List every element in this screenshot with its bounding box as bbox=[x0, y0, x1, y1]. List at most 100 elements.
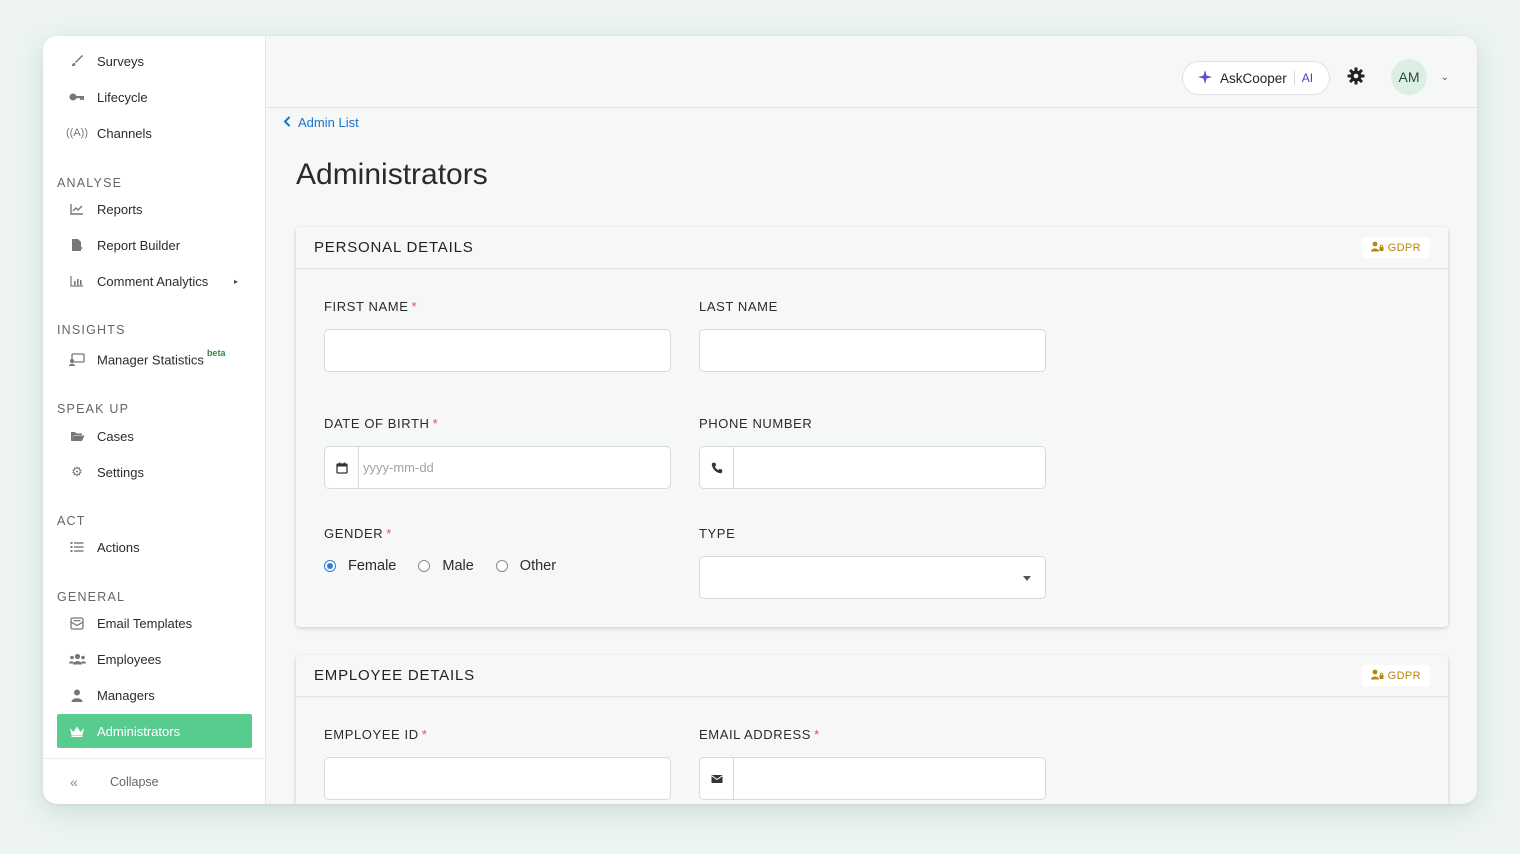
sidebar-item-reports[interactable]: Reports bbox=[57, 192, 252, 226]
date-placeholder: yyyy-mm-dd bbox=[363, 460, 434, 475]
broadcast-icon: ((A)) bbox=[66, 127, 88, 139]
card-title: PERSONAL DETAILS bbox=[314, 239, 474, 256]
sidebar-item-comment-analytics[interactable]: Comment Analytics ▸ bbox=[57, 264, 252, 298]
key-icon bbox=[57, 91, 97, 103]
presentation-icon bbox=[57, 352, 97, 366]
caret-right-icon: ▸ bbox=[233, 276, 238, 286]
user-lock-icon bbox=[1370, 241, 1384, 255]
section-heading-speak-up: SPEAK UP bbox=[57, 402, 130, 416]
sidebar: Surveys Lifecycle ((A)) Channels ANALYSE… bbox=[43, 36, 266, 804]
date-of-birth-input[interactable]: yyyy-mm-dd bbox=[324, 446, 671, 489]
crown-icon bbox=[57, 725, 97, 737]
sidebar-item-label: Surveys bbox=[97, 53, 144, 69]
calendar-icon bbox=[325, 447, 359, 488]
sidebar-item-label: Employees bbox=[97, 651, 162, 667]
sidebar-item-label: Settings bbox=[97, 464, 144, 480]
email-address-label: EMAIL ADDRESS * bbox=[699, 727, 820, 742]
first-name-label: FIRST NAME * bbox=[324, 299, 418, 314]
chevron-down-icon[interactable]: ⌄ bbox=[1441, 72, 1449, 83]
section-heading-analyse: ANALYSE bbox=[57, 176, 123, 190]
askcooper-label: AskCooper bbox=[1220, 70, 1287, 86]
brush-icon bbox=[57, 54, 97, 68]
section-heading-act: ACT bbox=[57, 514, 86, 528]
radio-label: Male bbox=[442, 558, 474, 574]
sidebar-item-label: Channels bbox=[97, 125, 152, 141]
email-address-input[interactable] bbox=[699, 757, 1046, 800]
list-icon bbox=[57, 541, 97, 553]
sidebar-item-surveys[interactable]: Surveys bbox=[57, 44, 252, 78]
topbar: AskCooper AI AM ⌄ bbox=[267, 36, 1477, 108]
page-title: Administrators bbox=[296, 158, 488, 191]
employee-id-label: EMPLOYEE ID * bbox=[324, 727, 428, 742]
gender-radio-female[interactable]: Female bbox=[324, 558, 396, 574]
gear-icon bbox=[1347, 67, 1365, 90]
gdpr-label: GDPR bbox=[1387, 669, 1421, 682]
radio-label: Other bbox=[519, 558, 557, 574]
gdpr-badge: GDPR bbox=[1361, 237, 1430, 258]
last-name-input[interactable] bbox=[699, 329, 1046, 372]
app-window: Surveys Lifecycle ((A)) Channels ANALYSE… bbox=[43, 36, 1477, 804]
radio-button-checked[interactable] bbox=[324, 560, 336, 572]
last-name-label: LAST NAME bbox=[699, 299, 778, 314]
card-header: EMPLOYEE DETAILS GDPR bbox=[296, 655, 1448, 697]
bar-chart-icon bbox=[57, 275, 97, 287]
section-heading-insights: INSIGHTS bbox=[57, 323, 126, 337]
double-chevron-left-icon: « bbox=[70, 773, 78, 790]
user-lock-icon bbox=[1370, 669, 1384, 683]
phone-number-label: PHONE NUMBER bbox=[699, 416, 813, 431]
avatar[interactable]: AM bbox=[1391, 59, 1427, 95]
sidebar-item-label: Managers bbox=[97, 687, 155, 703]
sidebar-item-label: Comment Analytics bbox=[97, 273, 209, 289]
beta-badge: beta bbox=[206, 347, 226, 358]
caret-down-icon bbox=[1023, 576, 1031, 581]
sidebar-item-label: Manager Statistics beta bbox=[97, 347, 226, 368]
radio-button[interactable] bbox=[418, 560, 431, 572]
sidebar-item-managers[interactable]: Managers bbox=[57, 678, 252, 712]
radio-label: Female bbox=[348, 558, 397, 574]
gender-radio-other[interactable]: Other bbox=[495, 558, 557, 574]
sidebar-item-cases[interactable]: Cases bbox=[57, 419, 252, 453]
gender-radio-male[interactable]: Male bbox=[418, 558, 474, 574]
breadcrumb-back-link[interactable]: Admin List bbox=[283, 115, 359, 130]
sidebar-item-channels[interactable]: ((A)) Channels bbox=[57, 116, 252, 150]
employee-details-card: EMPLOYEE DETAILS GDPR EMPLOYEE ID * EMAIL… bbox=[296, 655, 1448, 804]
sparkle-icon bbox=[1198, 69, 1212, 87]
sidebar-item-lifecycle[interactable]: Lifecycle bbox=[57, 80, 252, 114]
gear-icon: ⚙ bbox=[71, 464, 83, 479]
divider bbox=[1293, 71, 1295, 85]
collapse-button[interactable]: « Collapse bbox=[43, 758, 266, 804]
employee-id-input[interactable] bbox=[324, 757, 671, 800]
sidebar-item-actions[interactable]: Actions bbox=[57, 530, 252, 564]
sidebar-item-label: Report Builder bbox=[97, 237, 181, 253]
type-label: TYPE bbox=[699, 526, 736, 541]
sidebar-item-label: Lifecycle bbox=[97, 89, 148, 105]
card-title: EMPLOYEE DETAILS bbox=[314, 667, 475, 684]
chevron-left-icon bbox=[283, 115, 291, 130]
radio-button[interactable] bbox=[495, 560, 508, 572]
sidebar-item-email-templates[interactable]: Email Templates bbox=[57, 606, 252, 640]
file-chart-icon bbox=[57, 238, 97, 252]
sidebar-item-employees[interactable]: Employees bbox=[57, 642, 252, 676]
settings-gear-button[interactable] bbox=[1345, 67, 1367, 89]
gdpr-badge: GDPR bbox=[1361, 665, 1430, 686]
sidebar-item-settings[interactable]: ⚙ Settings bbox=[57, 455, 252, 489]
ai-label: AI bbox=[1301, 71, 1314, 85]
users-icon bbox=[57, 653, 97, 665]
phone-number-input[interactable] bbox=[699, 446, 1046, 489]
askcooper-button[interactable]: AskCooper AI bbox=[1182, 61, 1330, 95]
folder-open-icon bbox=[57, 430, 97, 442]
sidebar-item-administrators[interactable]: Administrators bbox=[57, 714, 252, 748]
date-of-birth-label: DATE OF BIRTH * bbox=[324, 416, 439, 431]
sidebar-item-report-builder[interactable]: Report Builder bbox=[57, 228, 252, 262]
email-template-icon bbox=[57, 616, 97, 630]
breadcrumb-label: Admin List bbox=[298, 115, 359, 130]
sidebar-item-label: Cases bbox=[97, 428, 134, 444]
envelope-icon bbox=[700, 758, 734, 799]
type-select[interactable] bbox=[699, 556, 1046, 599]
sidebar-item-label: Email Templates bbox=[97, 615, 193, 631]
personal-details-card: PERSONAL DETAILS GDPR FIRST NAME * LAST N… bbox=[296, 227, 1448, 627]
phone-icon bbox=[700, 447, 734, 488]
first-name-input[interactable] bbox=[324, 329, 671, 372]
sidebar-item-manager-statistics[interactable]: Manager Statistics beta bbox=[57, 342, 252, 376]
sidebar-item-label: Administrators bbox=[97, 723, 181, 739]
